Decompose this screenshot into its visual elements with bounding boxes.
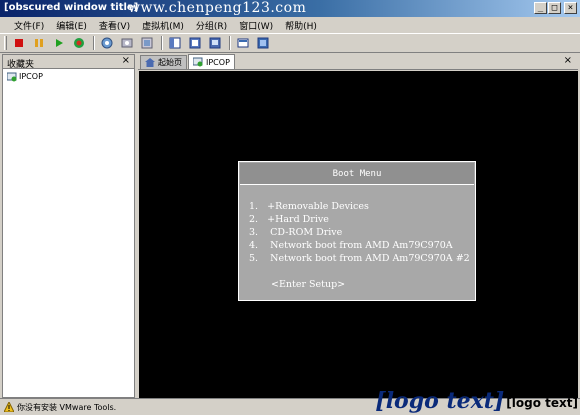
menu-vm[interactable]: 虚拟机(M) bbox=[142, 19, 184, 32]
power-off-button[interactable] bbox=[10, 35, 28, 51]
tab-ipcop[interactable]: IPCOP bbox=[188, 54, 235, 69]
pause-icon bbox=[35, 39, 43, 47]
vm-icon bbox=[7, 72, 17, 81]
watermark-url: www.chenpeng123.com bbox=[128, 0, 307, 16]
snapshot-manager-button[interactable] bbox=[138, 35, 156, 51]
console-view-button[interactable] bbox=[206, 35, 224, 51]
favorites-close-icon[interactable]: × bbox=[122, 55, 130, 66]
reset-button[interactable] bbox=[70, 35, 88, 51]
sidebar-view-button[interactable] bbox=[166, 35, 184, 51]
menu-view[interactable]: 查看(V) bbox=[99, 19, 130, 32]
window-title: [obscured window title] bbox=[4, 2, 139, 13]
boot-menu-item[interactable]: 3. CD-ROM Drive bbox=[249, 227, 342, 238]
favorites-item-ipcop[interactable]: IPCOP bbox=[3, 70, 134, 83]
favorites-item-label: IPCOP bbox=[19, 72, 43, 81]
full-screen-icon bbox=[257, 37, 269, 49]
maximize-button[interactable]: □ bbox=[548, 2, 561, 14]
toolbar-separator bbox=[229, 36, 231, 50]
revert-snapshot-icon bbox=[121, 38, 133, 48]
logo-brand: [logo text] bbox=[375, 388, 505, 414]
title-bar: [obscured window title] www.chenpeng123.… bbox=[0, 0, 580, 17]
power-on-button[interactable] bbox=[50, 35, 68, 51]
vm-console[interactable]: Boot Menu 1. +Removable Devices 2. +Hard… bbox=[139, 71, 578, 398]
menu-bar: 文件(F) 编辑(E) 查看(V) 虚拟机(M) 分组(R) 窗口(W) 帮助(… bbox=[0, 17, 580, 33]
status-text: 你没有安装 VMware Tools. bbox=[17, 402, 117, 412]
favorites-header: 收藏夹 × bbox=[3, 55, 134, 70]
quick-switch-button[interactable] bbox=[234, 35, 252, 51]
revert-snapshot-button[interactable] bbox=[118, 35, 136, 51]
take-snapshot-button[interactable] bbox=[98, 35, 116, 51]
boot-menu-item[interactable]: 2. +Hard Drive bbox=[249, 214, 329, 225]
toolbar-grip[interactable] bbox=[4, 36, 7, 50]
tab-home-label: 起始页 bbox=[158, 58, 182, 67]
minimize-button[interactable]: _ bbox=[534, 2, 547, 14]
tab-home[interactable]: 起始页 bbox=[140, 55, 187, 69]
toolbar-separator bbox=[161, 36, 163, 50]
boot-menu-item[interactable]: 5. Network boot from AMD Am79C970A #2 bbox=[249, 253, 470, 264]
snapshot-icon bbox=[101, 37, 113, 49]
menu-edit[interactable]: 编辑(E) bbox=[56, 19, 87, 32]
console-view-icon bbox=[209, 37, 221, 49]
home-icon bbox=[145, 58, 155, 67]
toolbar bbox=[0, 33, 580, 53]
suspend-button[interactable] bbox=[30, 35, 48, 51]
menu-file[interactable]: 文件(F) bbox=[14, 19, 44, 32]
window-controls: _ □ × bbox=[534, 2, 577, 14]
quick-switch-icon bbox=[237, 38, 249, 48]
close-button[interactable]: × bbox=[564, 2, 577, 14]
tab-close-icon[interactable]: × bbox=[564, 55, 572, 66]
reset-icon bbox=[74, 38, 84, 48]
site-logo: [logo text] [logo text] bbox=[375, 388, 578, 414]
toolbar-separator bbox=[93, 36, 95, 50]
boot-menu-item[interactable]: 1. +Removable Devices bbox=[249, 201, 369, 212]
sidebar-view-icon bbox=[169, 37, 181, 49]
warning-icon bbox=[4, 402, 14, 412]
summary-view-button[interactable] bbox=[186, 35, 204, 51]
tab-ipcop-label: IPCOP bbox=[206, 57, 230, 67]
stop-icon bbox=[15, 39, 23, 47]
play-icon bbox=[56, 39, 63, 47]
full-screen-button[interactable] bbox=[254, 35, 272, 51]
summary-view-icon bbox=[189, 37, 201, 49]
menu-help[interactable]: 帮助(H) bbox=[285, 19, 317, 32]
boot-menu-item[interactable]: 4. Network boot from AMD Am79C970A bbox=[249, 240, 453, 251]
logo-chinese: [logo text] bbox=[506, 396, 578, 410]
snapshot-manager-icon bbox=[141, 37, 153, 49]
vm-icon bbox=[193, 57, 203, 67]
favorites-panel: 收藏夹 × IPCOP bbox=[2, 54, 135, 398]
tab-strip: 起始页 IPCOP × bbox=[138, 54, 578, 70]
boot-menu-title: Boot Menu bbox=[240, 163, 474, 185]
boot-menu: Boot Menu 1. +Removable Devices 2. +Hard… bbox=[238, 161, 476, 301]
favorites-title: 收藏夹 bbox=[7, 60, 35, 70]
menu-windows[interactable]: 窗口(W) bbox=[239, 19, 273, 32]
menu-team[interactable]: 分组(R) bbox=[196, 19, 227, 32]
enter-setup-option[interactable]: <Enter Setup> bbox=[271, 279, 345, 290]
